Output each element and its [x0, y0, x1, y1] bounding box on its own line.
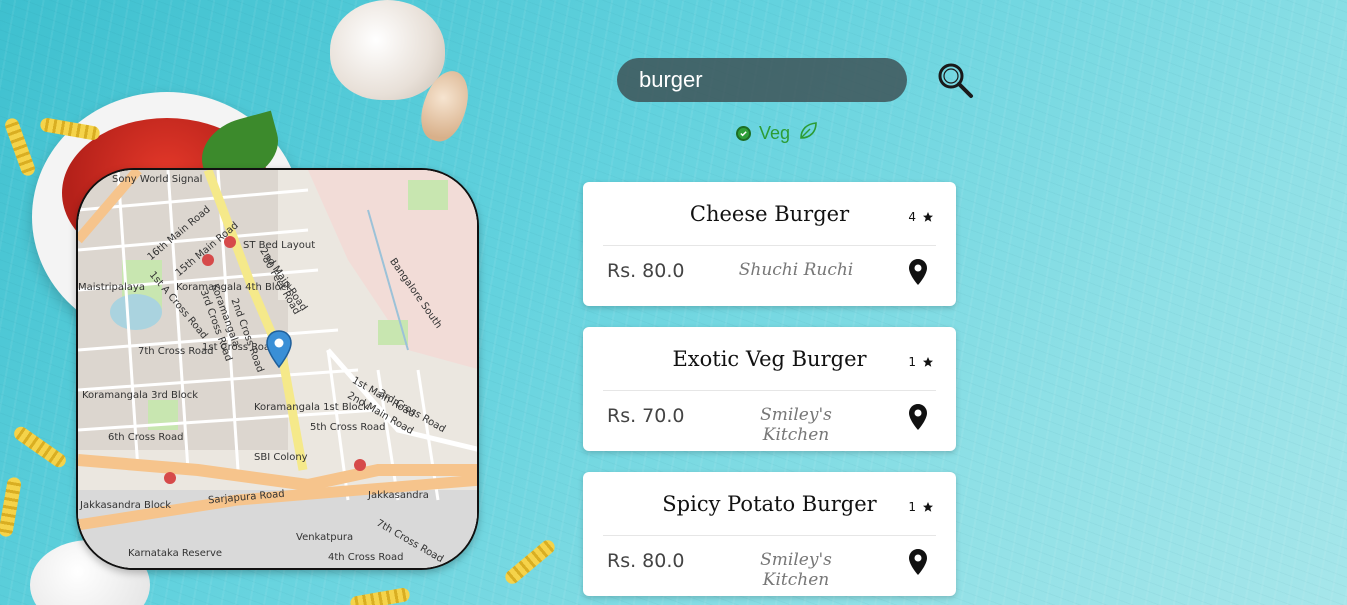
- map-label: 4th Cross Road: [328, 552, 404, 563]
- veg-label: Veg: [759, 122, 791, 143]
- map-label: Sony World Signal: [112, 174, 203, 185]
- map-label: Maistripalaya: [78, 282, 145, 293]
- food-name: Cheese Burger: [689, 202, 850, 226]
- star-icon: [923, 502, 933, 512]
- pasta-decoration: [502, 537, 558, 587]
- pasta-decoration: [349, 586, 411, 605]
- garlic-clove-decoration: [413, 65, 477, 147]
- food-card[interactable]: Cheese Burger 4 Rs. 80.0 Shuchi Ruchi: [583, 182, 956, 306]
- restaurant-name: Smiley's Kitchen: [760, 405, 832, 445]
- map-pin-icon[interactable]: [908, 258, 928, 290]
- rating: 1: [908, 500, 934, 514]
- star-icon: [923, 212, 933, 222]
- food-price: Rs. 80.0: [607, 550, 685, 572]
- map-label: 5th Cross Road: [310, 422, 386, 433]
- pasta-decoration: [11, 424, 69, 470]
- map-label: SBI Colony: [254, 452, 308, 463]
- map-label: Jakkasandra: [368, 490, 429, 501]
- food-price: Rs. 70.0: [607, 405, 685, 427]
- pasta-decoration: [0, 476, 23, 538]
- map-label: Venkatpura: [296, 532, 354, 543]
- map-label: 7th Cross Road: [138, 346, 214, 357]
- star-icon: [923, 357, 933, 367]
- map-label: Koramangala 3rd Block: [82, 390, 199, 401]
- search-icon: [938, 63, 973, 98]
- restaurant-name: Shuchi Ruchi: [738, 260, 854, 280]
- search-input[interactable]: [617, 58, 907, 102]
- search-button[interactable]: [934, 60, 976, 102]
- rating: 1: [908, 355, 934, 369]
- veg-filter-toggle[interactable]: Veg: [736, 122, 818, 144]
- card-divider: [603, 245, 936, 246]
- food-card[interactable]: Spicy Potato Burger 1 Rs. 80.0 Smiley's …: [583, 472, 956, 596]
- food-name: Spicy Potato Burger: [662, 492, 877, 516]
- pasta-decoration: [39, 116, 101, 142]
- map-label: Karnataka Reserve: [128, 548, 223, 559]
- garlic-decoration: [330, 0, 445, 100]
- map-pin-icon[interactable]: [908, 548, 928, 580]
- rating-value: 1: [908, 355, 916, 369]
- rating-value: 4: [908, 210, 916, 224]
- map-label: Jakkasandra Block: [80, 500, 172, 511]
- map-label: 6th Cross Road: [108, 432, 184, 443]
- card-divider: [603, 535, 936, 536]
- veg-checkbox[interactable]: [736, 125, 751, 141]
- rating: 4: [908, 210, 934, 224]
- map-pin-icon[interactable]: [908, 403, 928, 435]
- food-card[interactable]: Exotic Veg Burger 1 Rs. 70.0 Smiley's Ki…: [583, 327, 956, 451]
- rating-value: 1: [908, 500, 916, 514]
- food-price: Rs. 80.0: [607, 260, 685, 282]
- map-view[interactable]: Sony World Signal ST Bed Layout 16th Mai…: [76, 168, 479, 570]
- card-divider: [603, 390, 936, 391]
- restaurant-name: Smiley's Kitchen: [760, 550, 832, 590]
- leaf-icon: [798, 121, 818, 145]
- pasta-decoration: [3, 116, 37, 178]
- map-label: ST Bed Layout: [243, 240, 316, 251]
- food-name: Exotic Veg Burger: [672, 347, 867, 371]
